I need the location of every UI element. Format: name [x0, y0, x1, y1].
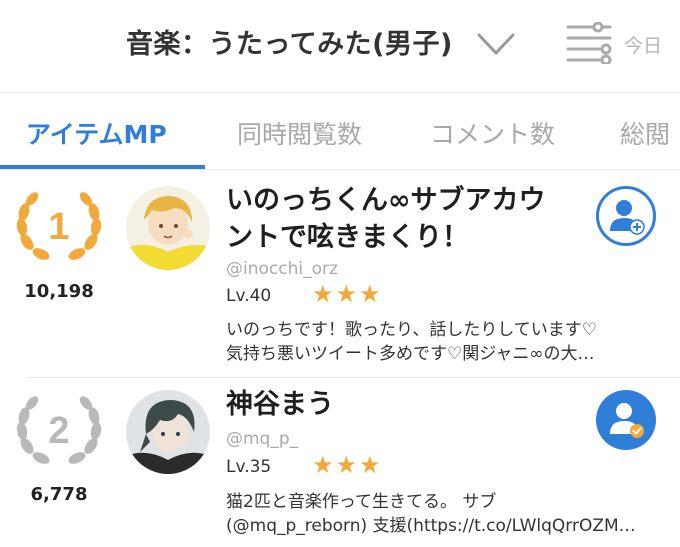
avatar-illustration	[126, 390, 210, 474]
add-user-icon	[610, 200, 645, 235]
score-value: 10,198	[24, 281, 94, 302]
tab-total-views[interactable]: 総閲	[620, 115, 670, 151]
ranking-row[interactable]: 2 6,778 神谷まう @mq_p_ Lv.35 ★★★ 猫2匹と音楽作って生…	[0, 378, 680, 547]
star-rating: ★★★	[312, 280, 383, 308]
level-label: Lv.35	[226, 457, 272, 477]
active-tab-indicator	[0, 165, 205, 169]
bio-line-1: 猫2匹と音楽作って生きてる。 サブ	[226, 492, 497, 512]
laurel-wreath-icon: 1	[16, 192, 102, 260]
chevron-down-icon[interactable]	[476, 30, 516, 58]
user-bio: 猫2匹と音楽作って生きてる。 サブ (@mq_p_reborn) 支援(http…	[226, 490, 666, 538]
category-title[interactable]: 音楽：うたってみた(男子)	[126, 22, 453, 61]
header: 音楽：うたってみた(男子) 今日	[0, 0, 680, 90]
avatar[interactable]	[126, 390, 210, 474]
bio-line-2: 気持ち悪いツイート多めです♡関ジャニ∞の大…	[226, 344, 595, 364]
bio-line-2: (@mq_p_reborn) 支援(https://t.co/LWlqQrrOZ…	[226, 516, 636, 536]
ranking-row[interactable]: 1 10,198 いのっちくん∞サブアカウ ントで呟きまくり！ @inocchi…	[0, 172, 680, 377]
name-line-1: いのっちくん∞サブアカウ	[226, 185, 546, 216]
name-line-1: 神谷まう	[226, 389, 334, 420]
user-check-icon	[610, 403, 644, 438]
bio-line-1: いのっちです！歌ったり、話したりしています♡	[226, 320, 598, 340]
tab-concurrent-viewers[interactable]: 同時閲覧数	[237, 115, 362, 151]
filter-sliders-icon[interactable]	[566, 22, 612, 64]
user-handle[interactable]: @mq_p_	[226, 429, 298, 449]
rank-number: 1	[48, 206, 69, 248]
user-display-name[interactable]: 神谷まう	[226, 386, 586, 423]
level-label: Lv.40	[226, 286, 272, 306]
name-line-2: ントで呟きまくり！	[226, 222, 469, 253]
tab-item-mp[interactable]: アイテムMP	[26, 115, 167, 151]
user-handle[interactable]: @inocchi_orz	[226, 259, 338, 279]
following-button[interactable]	[596, 390, 656, 450]
score-value: 6,778	[30, 484, 88, 505]
user-bio: いのっちです！歌ったり、話したりしています♡ 気持ち悪いツイート多めです♡関ジャ…	[226, 318, 666, 366]
tab-comment-count[interactable]: コメント数	[430, 115, 555, 151]
sort-tabs: アイテムMP 同時閲覧数 コメント数 総閲	[0, 92, 680, 170]
avatar[interactable]	[126, 186, 210, 270]
star-rating: ★★★	[312, 451, 383, 479]
date-range-label[interactable]: 今日	[624, 31, 662, 58]
laurel-wreath-icon: 2	[16, 396, 102, 464]
follow-button[interactable]	[596, 186, 656, 246]
rank-number: 2	[48, 410, 69, 452]
user-display-name[interactable]: いのっちくん∞サブアカウ ントで呟きまくり！	[226, 182, 586, 256]
avatar-illustration	[126, 186, 210, 270]
